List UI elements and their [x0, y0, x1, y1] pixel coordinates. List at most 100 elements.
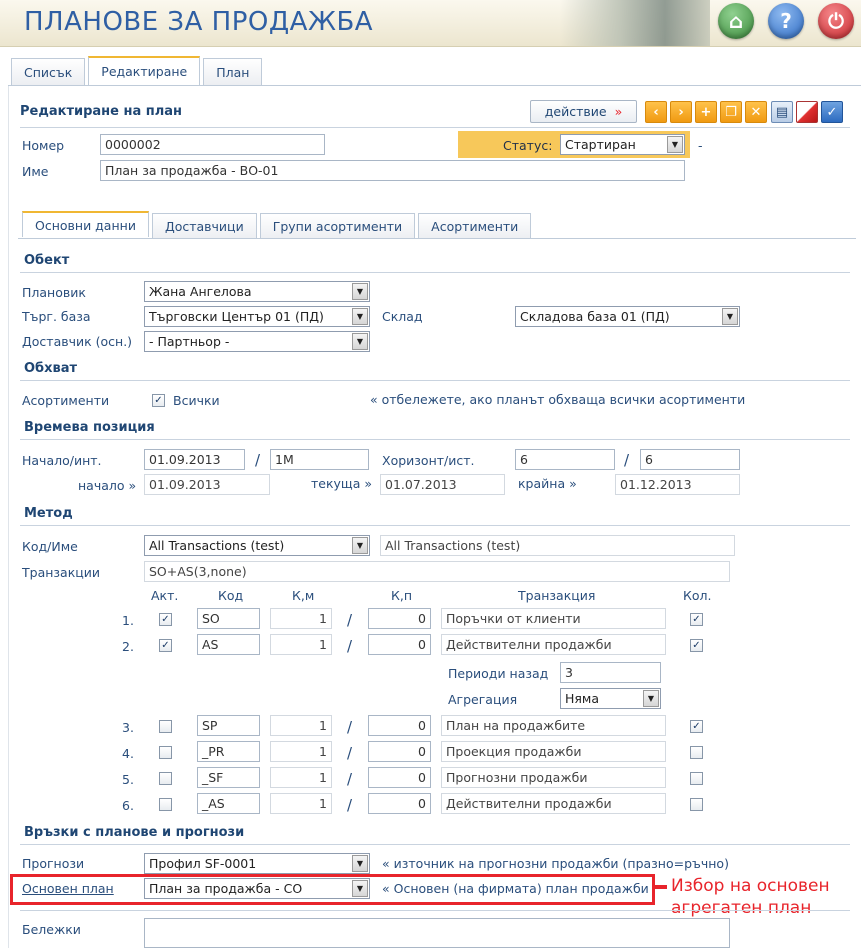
- horizon-label: Хоризонт/ист.: [382, 453, 475, 468]
- begin-label: начало »: [78, 478, 137, 493]
- separator: /: [255, 451, 261, 469]
- separator: /: [347, 770, 353, 788]
- row-code-field[interactable]: SO: [197, 608, 260, 629]
- chevron-down-icon: ▼: [352, 333, 368, 350]
- interval-field[interactable]: 1M: [270, 449, 369, 470]
- col-transaction: Транзакция: [518, 588, 596, 603]
- help-icon: ?: [780, 9, 792, 33]
- chevron-down-icon: ▼: [643, 690, 659, 707]
- row-active-checkbox[interactable]: [159, 772, 172, 785]
- confirm-icon: ✓: [826, 104, 838, 120]
- row-code-field[interactable]: _SF: [197, 767, 260, 788]
- end-label: крайна »: [518, 476, 577, 491]
- row-km-value: 1: [270, 741, 332, 762]
- tab-edit[interactable]: Редактиране: [88, 56, 201, 85]
- row-qty-checkbox[interactable]: ✓: [690, 639, 703, 652]
- periods-back-field[interactable]: 3: [560, 662, 661, 683]
- panel-title: Редактиране на план: [20, 104, 183, 119]
- method-select[interactable]: All Transactions (test) ▼: [144, 535, 370, 556]
- row-qty-checkbox[interactable]: ✓: [690, 720, 703, 733]
- row-qty-checkbox[interactable]: [690, 746, 703, 759]
- copy-button[interactable]: ❐: [720, 101, 742, 123]
- tab-assortments[interactable]: Асортименти: [418, 213, 532, 239]
- add-button[interactable]: +: [695, 101, 717, 123]
- method-section-title: Метод: [24, 506, 73, 521]
- row-code-field[interactable]: SP: [197, 715, 260, 736]
- divider: [20, 910, 850, 911]
- base-plan-link[interactable]: Основен план: [22, 881, 114, 896]
- warehouse-select[interactable]: Складова база 01 (ПД) ▼: [515, 306, 740, 327]
- aggregation-select[interactable]: Няма ▼: [560, 688, 661, 709]
- row-kp-field[interactable]: 0: [368, 715, 431, 736]
- page-title: ПЛАНОВЕ ЗА ПРОДАЖБА: [24, 7, 374, 37]
- planner-value: Жана Ангелова: [149, 284, 252, 299]
- row-qty-checkbox[interactable]: [690, 798, 703, 811]
- name-field[interactable]: План за продажба - ВО-01: [100, 160, 685, 181]
- row-kp-field[interactable]: 0: [368, 741, 431, 762]
- number-field[interactable]: 0000002: [100, 134, 325, 155]
- tab-main-data[interactable]: Основни данни: [22, 211, 149, 237]
- start-interval-label: Начало/инт.: [22, 453, 102, 468]
- row-code-field[interactable]: _PR: [197, 741, 260, 762]
- confirm-button[interactable]: ✓: [821, 101, 843, 123]
- next-button[interactable]: ›: [670, 101, 692, 123]
- base-plan-select[interactable]: План за продажба - СО ▼: [144, 878, 370, 899]
- help-button[interactable]: ?: [768, 3, 804, 39]
- row-kp-field[interactable]: 0: [368, 767, 431, 788]
- current-date-value: 01.07.2013: [380, 474, 505, 495]
- planner-select[interactable]: Жана Ангелова ▼: [144, 281, 370, 302]
- horizon-field[interactable]: 6: [515, 449, 615, 470]
- tab-suppliers[interactable]: Доставчици: [151, 213, 257, 239]
- periods-back-label: Периоди назад: [448, 666, 549, 681]
- row-code-field[interactable]: AS: [197, 634, 260, 655]
- supplier-value: - Партньор -: [149, 334, 230, 349]
- print-button[interactable]: ▤: [771, 101, 793, 123]
- row-active-checkbox[interactable]: [159, 746, 172, 759]
- prev-icon: ‹: [653, 104, 659, 120]
- main-tabs: Списък Редактиране План: [11, 56, 263, 85]
- annotation-line-1: Избор на основен: [671, 876, 830, 896]
- status-select[interactable]: Стартиран ▼: [560, 134, 685, 155]
- delete-icon: ✕: [750, 104, 762, 120]
- start-date-field[interactable]: 01.09.2013: [144, 449, 245, 470]
- logout-button[interactable]: ⏻: [818, 3, 854, 39]
- forecast-select[interactable]: Профил SF-0001 ▼: [144, 853, 370, 874]
- row-km-value: 1: [270, 715, 332, 736]
- row-code-field[interactable]: _AS: [197, 793, 260, 814]
- base-select[interactable]: Търговски Център 01 (ПД) ▼: [144, 306, 370, 327]
- cancel-button[interactable]: [796, 101, 818, 123]
- delete-button[interactable]: ✕: [745, 101, 767, 123]
- forecast-hint: « източник на прогнозни продажби (празно…: [382, 856, 729, 871]
- row-kp-field[interactable]: 0: [368, 608, 431, 629]
- row-qty-checkbox[interactable]: [690, 772, 703, 785]
- assortments-label: Асортименти: [22, 393, 110, 408]
- tab-plan[interactable]: План: [203, 58, 263, 85]
- chevron-down-icon: ▼: [352, 537, 368, 554]
- chevron-down-icon: ▼: [667, 136, 683, 153]
- chevron-down-icon: ▼: [352, 283, 368, 300]
- next-icon: ›: [678, 104, 684, 120]
- tab-list[interactable]: Списък: [11, 58, 86, 85]
- row-active-checkbox[interactable]: [159, 798, 172, 811]
- action-arrow: »: [614, 104, 623, 119]
- all-assortments-checkbox[interactable]: ✓: [152, 394, 165, 407]
- tab-assortment-groups[interactable]: Групи асортименти: [259, 213, 416, 239]
- row-active-checkbox[interactable]: ✓: [159, 639, 172, 652]
- time-section-title: Времева позиция: [24, 420, 155, 435]
- action-button[interactable]: действие »: [530, 100, 637, 123]
- row-active-checkbox[interactable]: ✓: [159, 613, 172, 626]
- separator: /: [347, 744, 353, 762]
- row-number: 5.: [122, 772, 134, 787]
- row-kp-field[interactable]: 0: [368, 634, 431, 655]
- row-transaction-value: Проекция продажби: [441, 741, 666, 762]
- notes-label: Бележки: [22, 922, 81, 937]
- notes-textarea[interactable]: [144, 918, 730, 948]
- row-active-checkbox[interactable]: [159, 720, 172, 733]
- row-kp-field[interactable]: 0: [368, 793, 431, 814]
- supplier-select[interactable]: - Партньор - ▼: [144, 331, 370, 352]
- object-section-title: Обект: [24, 253, 70, 268]
- prev-button[interactable]: ‹: [645, 101, 667, 123]
- home-button[interactable]: ⌂: [718, 3, 754, 39]
- row-qty-checkbox[interactable]: ✓: [690, 613, 703, 626]
- history-field[interactable]: 6: [640, 449, 740, 470]
